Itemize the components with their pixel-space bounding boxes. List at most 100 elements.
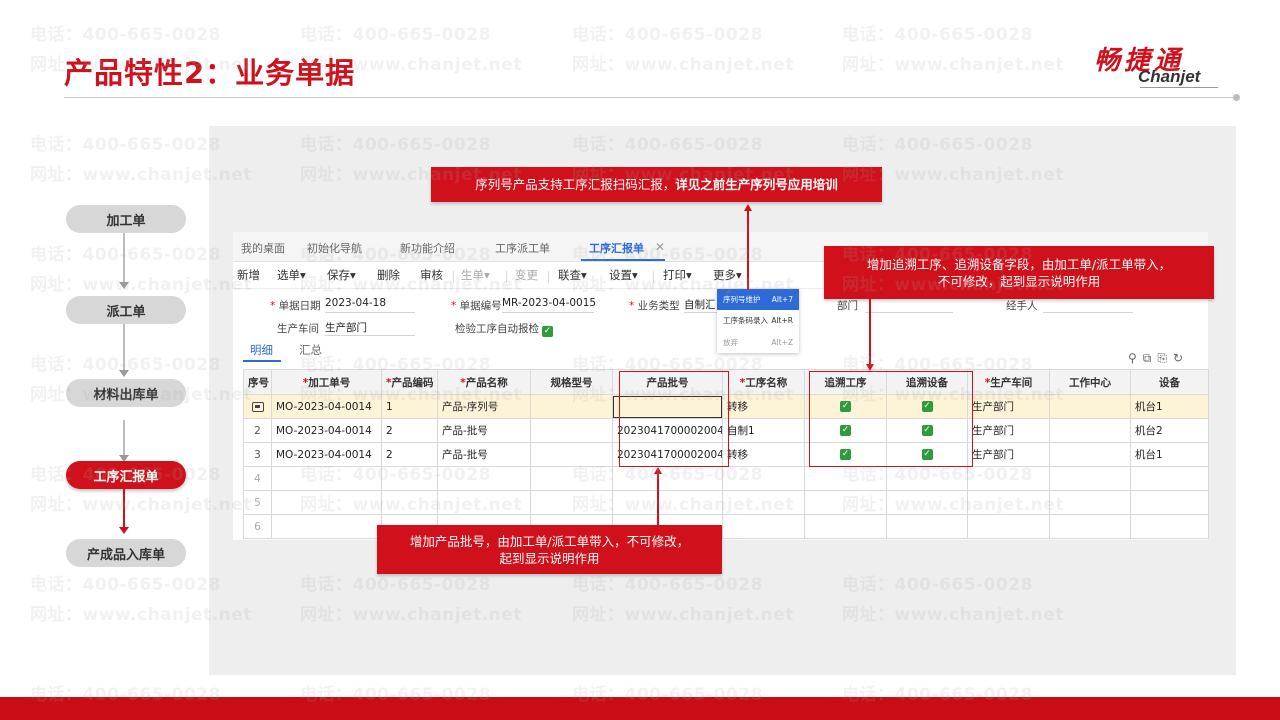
device-cell[interactable]: 机台2 (1130, 418, 1209, 443)
product-code-cell[interactable]: 2 (381, 442, 438, 467)
export-icon[interactable]: ⎘ (1157, 351, 1173, 365)
device-cell[interactable]: 机台1 (1130, 394, 1209, 419)
col-product-name: *产品名称 (437, 369, 531, 395)
tab-summary[interactable]: 汇总 (299, 342, 322, 358)
col-work-center: 工作中心 (1049, 369, 1131, 395)
flow-step-material-issue: 材料出库单 (66, 379, 186, 407)
workshop-cell[interactable]: 生产部门 (967, 394, 1050, 419)
menu-item-barcode-entry[interactable]: 工序条码录入 Alt+R (717, 310, 799, 331)
process-name-cell[interactable]: 转移 (722, 442, 805, 467)
watermark-site: 网址：www.chanjet.net (842, 55, 1064, 75)
work-center-cell[interactable] (1049, 418, 1131, 443)
callout-connector (657, 473, 659, 525)
callout-trace-fields: 增加追溯工序、追溯设备字段，由加工单/派工单带入， 不可修改，起到显示说明作用 (824, 246, 1214, 299)
approve-button[interactable]: 审核 (420, 267, 443, 283)
biz-type-select[interactable]: 自制汇 (684, 297, 718, 313)
work-center-cell[interactable] (1049, 442, 1131, 467)
flow-connector (123, 420, 125, 458)
doc-code-field[interactable]: MR-2023-04-0015 (502, 297, 596, 313)
department-label: 部门 (837, 300, 858, 312)
callout-text-line2: 起到显示说明作用 (499, 550, 600, 566)
work-center-cell[interactable] (1049, 394, 1131, 419)
spec-cell[interactable] (530, 418, 613, 443)
row-number-cell: 5 (243, 490, 272, 515)
product-name-cell[interactable]: 产品-批号 (437, 418, 531, 443)
callout-connector (747, 210, 749, 290)
row-number-cell: 2 (243, 418, 272, 443)
table-row[interactable]: 4 (243, 466, 1209, 491)
product-name-cell[interactable]: 产品-序列号 (437, 394, 531, 419)
toolbar-separator (653, 271, 654, 283)
workshop-label: 生产车间 (277, 323, 319, 335)
watermark-phone: 电话：400-665-0028 (30, 135, 221, 155)
spec-cell[interactable] (530, 394, 613, 419)
doc-date-field[interactable]: 2023-04-18 (325, 297, 415, 313)
close-icon[interactable]: ✕ (655, 240, 665, 254)
grid-tools: ⚲⧉⎘↻ (1128, 351, 1189, 366)
spec-cell[interactable] (530, 442, 613, 467)
tab-init-guide[interactable]: 初始化导航 (307, 240, 362, 256)
order-no-cell[interactable]: MO-2023-04-0014 (271, 418, 382, 443)
menu-item-discard[interactable]: 放弃 Alt+Z (717, 332, 799, 353)
slide-title: 产品特性2：业务单据 (64, 56, 356, 90)
department-field[interactable] (865, 297, 953, 313)
select-source-button[interactable]: 选单▾ (277, 267, 306, 283)
callout-text-line1: 增加产品批号，由加工单/派工单带入，不可修改， (409, 533, 690, 549)
process-name-cell[interactable]: 转移 (722, 394, 805, 419)
change-button[interactable]: 变更 (515, 267, 538, 283)
toolbar-separator (548, 271, 549, 283)
handler-field[interactable] (1043, 297, 1133, 313)
print-button[interactable]: 打印▾ (663, 267, 692, 283)
tab-process-report[interactable]: 工序汇报单 (589, 240, 644, 256)
product-name-cell[interactable]: 产品-批号 (437, 442, 531, 467)
flow-arrow-active-icon (119, 527, 129, 534)
order-no-cell[interactable]: MO-2023-04-0014 (271, 442, 382, 467)
new-button[interactable]: 新增 (237, 267, 260, 283)
workshop-cell[interactable]: 生产部门 (967, 442, 1050, 467)
process-name-cell[interactable]: 自制1 (722, 418, 805, 443)
tab-process-dispatch[interactable]: 工序派工单 (495, 240, 550, 256)
col-device: 设备 (1130, 369, 1209, 395)
title-divider-dot (1233, 94, 1240, 101)
generate-button[interactable]: 生单▾ (461, 267, 490, 283)
more-button[interactable]: 更多▾ (713, 267, 742, 283)
flow-arrow-icon (119, 370, 129, 377)
table-row[interactable]: 5 (243, 490, 1209, 515)
row-settings-icon[interactable] (251, 401, 264, 412)
callout-connector (869, 299, 871, 365)
product-code-cell[interactable]: 2 (381, 418, 438, 443)
handler-label: 经手人 (1006, 300, 1038, 312)
delete-button[interactable]: 删除 (377, 267, 400, 283)
callout-text-line2: 不可修改，起到显示说明作用 (937, 273, 1101, 289)
title-divider (64, 97, 1236, 98)
row-action-cell[interactable] (243, 394, 272, 419)
product-code-cell[interactable]: 1 (381, 394, 438, 419)
col-product-code: *产品编码 (381, 369, 438, 395)
location-icon[interactable]: ⚲ (1128, 351, 1143, 365)
batch-no-highlight (619, 371, 729, 467)
device-cell[interactable]: 机台1 (1130, 442, 1209, 467)
watermark-phone: 电话：400-665-0028 (30, 245, 221, 265)
order-no-cell[interactable]: MO-2023-04-0014 (271, 394, 382, 419)
copy-icon[interactable]: ⧉ (1143, 351, 1158, 365)
tab-desktop[interactable]: 我的桌面 (241, 240, 285, 256)
col-order-no: *加工单号 (271, 369, 382, 395)
settings-button[interactable]: 设置▾ (609, 267, 638, 283)
col-process-name: *工序名称 (722, 369, 805, 395)
query-button[interactable]: 联查▾ (558, 267, 587, 283)
menu-item-serial-maintenance[interactable]: 序列号维护 Alt+7 (717, 289, 799, 310)
checkmark-icon: ✓ (542, 326, 553, 337)
tab-detail[interactable]: 明细 (250, 342, 273, 358)
more-dropdown-menu: 序列号维护 Alt+7 工序条码录入 Alt+R 放弃 Alt+Z (717, 289, 799, 353)
logo-underline (1140, 87, 1218, 88)
workshop-field[interactable]: 生产部门 (325, 320, 415, 336)
refresh-icon[interactable]: ↻ (1173, 351, 1189, 365)
col-seq: 序号 (243, 369, 272, 395)
auto-inspection-checkbox[interactable]: ✓ (542, 321, 553, 340)
watermark-phone: 电话：400-665-0028 (300, 25, 491, 45)
save-button[interactable]: 保存▾ (327, 267, 356, 283)
flow-connector (123, 324, 125, 374)
tab-new-features[interactable]: 新功能介绍 (400, 240, 455, 256)
workshop-cell[interactable]: 生产部门 (967, 418, 1050, 443)
flow-step-processing-order: 加工单 (66, 205, 186, 233)
